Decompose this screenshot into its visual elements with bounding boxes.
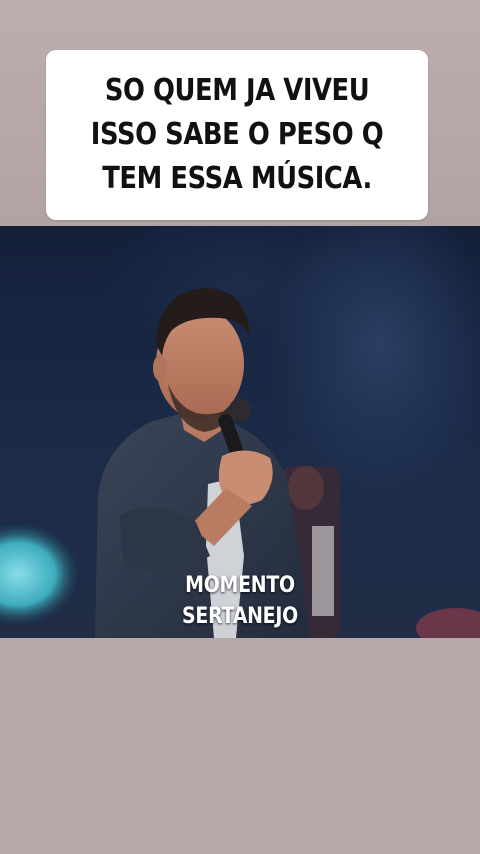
overlay-line-1: MOMENTO bbox=[185, 573, 295, 598]
overlay-line-2: SERTANEJO bbox=[182, 604, 298, 629]
video-overlay-text: MOMENTO SERTANEJO bbox=[34, 570, 447, 632]
caption-box: SO QUEM JA VIVEU ISSO SABE O PESO Q TEM … bbox=[46, 50, 428, 220]
caption-text: SO QUEM JA VIVEU ISSO SABE O PESO Q TEM … bbox=[90, 73, 384, 196]
bottom-background bbox=[0, 638, 480, 854]
video-frame[interactable]: MOMENTO SERTANEJO bbox=[0, 226, 480, 638]
